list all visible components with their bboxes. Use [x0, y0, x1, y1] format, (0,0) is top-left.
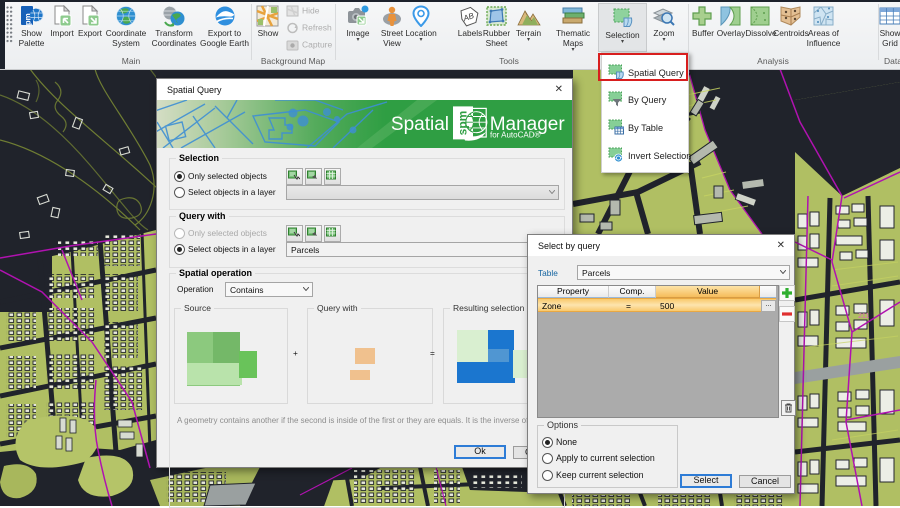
svg-text:Spatial: Spatial	[391, 114, 449, 135]
svg-text:211: 211	[858, 313, 869, 320]
svg-text:spm: spm	[456, 111, 470, 136]
svg-text:for AutoCAD®: for AutoCAD®	[490, 131, 540, 140]
